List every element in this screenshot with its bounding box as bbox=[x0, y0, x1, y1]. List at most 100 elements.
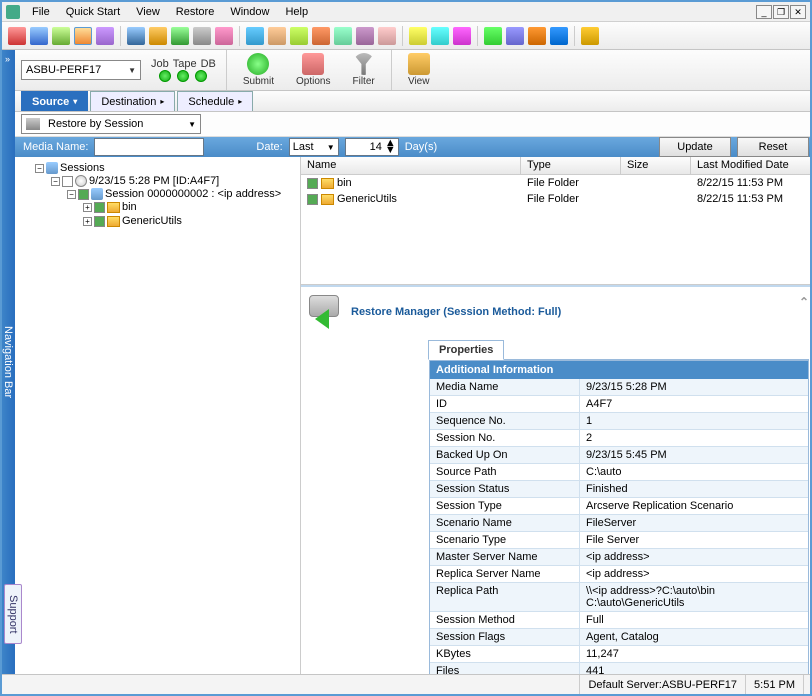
vsep bbox=[226, 50, 227, 90]
property-key: Scenario Type bbox=[430, 532, 580, 548]
navigation-bar[interactable]: » Navigation Bar bbox=[2, 50, 15, 674]
toolbar-icon-8[interactable] bbox=[171, 27, 189, 45]
checkbox-checked[interactable] bbox=[307, 178, 318, 189]
media-name-input[interactable] bbox=[94, 138, 204, 156]
property-key: Source Path bbox=[430, 464, 580, 480]
property-value: File Server bbox=[580, 532, 808, 548]
tabs-row: Source ▾ Destination ▸ Schedule ▸ bbox=[15, 91, 810, 112]
menu-window[interactable]: Window bbox=[222, 4, 277, 20]
folder-icon bbox=[107, 202, 120, 213]
toolbar-icon-6[interactable] bbox=[127, 27, 145, 45]
toolbar-icon-19[interactable] bbox=[431, 27, 449, 45]
right-pane: Name Type Size Last Modified Date bin Fi… bbox=[301, 157, 810, 674]
days-spinner[interactable]: 14 ▲▼ bbox=[345, 138, 399, 156]
toolbar-icon-24[interactable] bbox=[550, 27, 568, 45]
cell-modified: 8/22/15 11:53 PM bbox=[691, 177, 810, 189]
toolbar-icon-18[interactable] bbox=[409, 27, 427, 45]
toolbar-icon-14[interactable] bbox=[312, 27, 330, 45]
toolbar-icon-4[interactable] bbox=[74, 27, 92, 45]
minimize-button[interactable]: _ bbox=[756, 5, 772, 19]
sessions-icon bbox=[46, 162, 58, 174]
session-icon bbox=[91, 188, 103, 200]
property-value: A4F7 bbox=[580, 396, 808, 412]
property-value: Full bbox=[580, 612, 808, 628]
list-row[interactable]: GenericUtils File Folder 8/22/15 11:53 P… bbox=[301, 191, 810, 207]
property-row: Session StatusFinished bbox=[430, 481, 808, 498]
menu-restore[interactable]: Restore bbox=[168, 4, 223, 20]
options-button[interactable]: Options bbox=[290, 53, 336, 87]
toolbar-icon-3[interactable] bbox=[52, 27, 70, 45]
tab-destination[interactable]: Destination ▸ bbox=[90, 91, 175, 111]
cell-modified: 8/22/15 11:53 PM bbox=[691, 193, 810, 205]
toolbar-icon-16[interactable] bbox=[356, 27, 374, 45]
property-row: Backed Up On9/23/15 5:45 PM bbox=[430, 447, 808, 464]
toolbar-icon-1[interactable] bbox=[8, 27, 26, 45]
maximize-button[interactable]: ❐ bbox=[773, 5, 789, 19]
col-modified[interactable]: Last Modified Date bbox=[691, 157, 810, 174]
update-button[interactable]: Update bbox=[659, 137, 731, 157]
submit-button[interactable]: Submit bbox=[237, 53, 280, 87]
toolbar-icon-12[interactable] bbox=[268, 27, 286, 45]
close-button[interactable]: ✕ bbox=[790, 5, 806, 19]
date-range-combo[interactable]: Last ▼ bbox=[289, 138, 339, 156]
collapse-icon[interactable]: ⌃ bbox=[799, 295, 809, 309]
toolbar-icon-7[interactable] bbox=[149, 27, 167, 45]
toolbar-icon-17[interactable] bbox=[378, 27, 396, 45]
toolbar-icon-25[interactable] bbox=[581, 27, 599, 45]
tree-generic-node[interactable]: + GenericUtils bbox=[83, 215, 296, 227]
submit-label: Submit bbox=[243, 76, 274, 87]
property-row: KBytes11,247 bbox=[430, 646, 808, 663]
menu-quickstart[interactable]: Quick Start bbox=[58, 4, 128, 20]
tab-source-label: Source bbox=[32, 96, 69, 108]
toolbar-icon-20[interactable] bbox=[453, 27, 471, 45]
reset-button[interactable]: Reset bbox=[737, 137, 809, 157]
submit-icon bbox=[247, 53, 269, 75]
checkbox-checked[interactable] bbox=[307, 194, 318, 205]
support-bar[interactable]: Support bbox=[4, 584, 22, 644]
expander-icon[interactable]: + bbox=[83, 203, 92, 212]
filter-button[interactable]: Filter bbox=[346, 53, 380, 87]
tree-session-node[interactable]: − Session 0000000002 : <ip address> bbox=[67, 188, 296, 200]
expander-icon[interactable]: − bbox=[35, 164, 44, 173]
restore-mode-icon bbox=[26, 118, 40, 130]
toolbar-icon-9[interactable] bbox=[193, 27, 211, 45]
toolbar-icon-5[interactable] bbox=[96, 27, 114, 45]
property-key: Backed Up On bbox=[430, 447, 580, 463]
toolbar-icon-22[interactable] bbox=[506, 27, 524, 45]
chevron-right-icon: ▸ bbox=[160, 97, 164, 106]
toolbar-icon-13[interactable] bbox=[290, 27, 308, 45]
checkbox[interactable] bbox=[62, 176, 73, 187]
expander-icon[interactable]: − bbox=[51, 177, 60, 186]
view-button[interactable]: View bbox=[402, 53, 436, 87]
toolbar-icon-2[interactable] bbox=[30, 27, 48, 45]
toolbar-icon-23[interactable] bbox=[528, 27, 546, 45]
checkbox-checked[interactable] bbox=[78, 189, 89, 200]
col-type[interactable]: Type bbox=[521, 157, 621, 174]
menu-file[interactable]: File bbox=[24, 4, 58, 20]
tree-bin-node[interactable]: + bin bbox=[83, 201, 296, 213]
toolbar-icon-15[interactable] bbox=[334, 27, 352, 45]
expander-icon[interactable]: − bbox=[67, 190, 76, 199]
tab-source[interactable]: Source ▾ bbox=[21, 91, 88, 111]
toolbar-icon-11[interactable] bbox=[246, 27, 264, 45]
tab-schedule[interactable]: Schedule ▸ bbox=[177, 91, 253, 111]
list-row[interactable]: bin File Folder 8/22/15 11:53 PM bbox=[301, 175, 810, 191]
window-buttons: _ ❐ ✕ bbox=[755, 5, 806, 19]
property-key: Replica Server Name bbox=[430, 566, 580, 582]
col-name[interactable]: Name bbox=[301, 157, 521, 174]
checkbox-checked[interactable] bbox=[94, 202, 105, 213]
tree-root[interactable]: − Sessions bbox=[35, 162, 296, 174]
toolbar-icon-10[interactable] bbox=[215, 27, 233, 45]
menu-view[interactable]: View bbox=[128, 4, 168, 20]
expander-icon[interactable]: + bbox=[83, 217, 92, 226]
combo-arrow-icon: ▼ bbox=[327, 143, 335, 152]
restore-mode-combo[interactable]: Restore by Session ▼ bbox=[21, 114, 201, 134]
properties-tab[interactable]: Properties bbox=[428, 340, 504, 360]
cell-name: bin bbox=[337, 177, 352, 189]
server-combo[interactable]: ASBU-PERF17 ▼ bbox=[21, 60, 141, 80]
tree-date-node[interactable]: − 9/23/15 5:28 PM [ID:A4F7] bbox=[51, 175, 296, 187]
menu-help[interactable]: Help bbox=[277, 4, 316, 20]
col-size[interactable]: Size bbox=[621, 157, 691, 174]
toolbar-icon-21[interactable] bbox=[484, 27, 502, 45]
checkbox-checked[interactable] bbox=[94, 216, 105, 227]
